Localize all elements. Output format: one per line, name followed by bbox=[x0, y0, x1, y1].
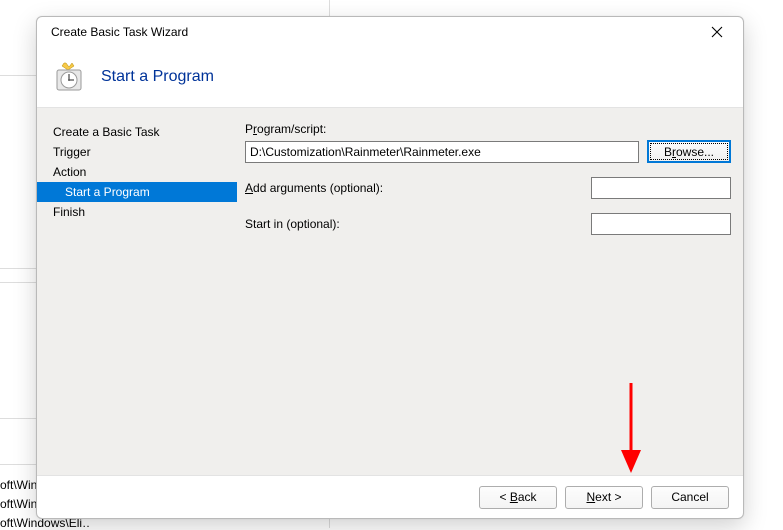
next-button[interactable]: Next > bbox=[565, 486, 643, 509]
sidebar-item-trigger[interactable]: Trigger bbox=[37, 142, 237, 162]
sidebar-item-finish[interactable]: Finish bbox=[37, 202, 237, 222]
start-in-input[interactable] bbox=[591, 213, 731, 235]
close-button[interactable] bbox=[701, 20, 733, 44]
close-icon bbox=[711, 26, 723, 38]
browse-button[interactable]: Browse... bbox=[647, 140, 731, 163]
program-script-input[interactable] bbox=[245, 141, 639, 163]
sidebar-item-action[interactable]: Action bbox=[37, 162, 237, 182]
titlebar: Create Basic Task Wizard bbox=[37, 17, 743, 47]
header-title: Start a Program bbox=[101, 68, 214, 86]
form-panel: Program/script: Browse... Add arguments … bbox=[237, 108, 743, 475]
start-in-label: Start in (optional): bbox=[245, 217, 425, 231]
footer: < Back Next > Cancel bbox=[37, 476, 743, 518]
sidebar-item-create-basic-task[interactable]: Create a Basic Task bbox=[37, 122, 237, 142]
wizard-clock-icon bbox=[53, 61, 85, 93]
header: Start a Program bbox=[37, 47, 743, 107]
wizard-sidebar: Create a Basic Task Trigger Action Start… bbox=[37, 108, 237, 475]
dialog-title: Create Basic Task Wizard bbox=[51, 25, 188, 39]
sidebar-item-start-a-program[interactable]: Start a Program bbox=[37, 182, 237, 202]
back-button[interactable]: < Back bbox=[479, 486, 557, 509]
cancel-button[interactable]: Cancel bbox=[651, 486, 729, 509]
program-script-label: Program/script: bbox=[245, 122, 425, 136]
wizard-dialog: Create Basic Task Wizard Start a Program… bbox=[36, 16, 744, 519]
add-arguments-label: Add arguments (optional): bbox=[245, 181, 425, 195]
add-arguments-input[interactable] bbox=[591, 177, 731, 199]
